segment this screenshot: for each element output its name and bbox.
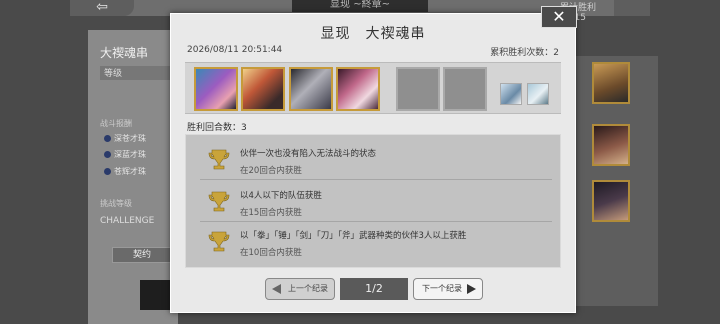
- victory-rounds-value: 3: [241, 123, 247, 133]
- close-icon: ✕: [552, 7, 566, 26]
- challenge-label: CHALLENGE: [100, 216, 155, 226]
- level-row: 等级: [100, 66, 170, 80]
- menu-button[interactable]: [614, 0, 650, 16]
- record-timestamp: 2026/08/11 20:51:44: [187, 45, 283, 55]
- previous-record-button[interactable]: 上一个纪录: [265, 278, 335, 300]
- support-unit-icon[interactable]: [500, 83, 522, 105]
- conditions-panel: 伙伴一次也没有陷入无法战斗的状态 在20回合内获胜 以4人以下的队伍获胜 在15…: [185, 134, 561, 268]
- condition-text: 以「拳」「锤」「剑」「刀」「斧」武器种类的伙伴3人以上获胜: [240, 231, 467, 241]
- record-dialog: 显现 大禊魂串 ✕ 2026/08/11 20:51:44 累积胜利次数：2 胜…: [170, 6, 577, 314]
- character-portrait[interactable]: [592, 124, 630, 166]
- party-member-portrait[interactable]: [336, 67, 380, 111]
- party-member-portrait[interactable]: [241, 67, 285, 111]
- trophy-icon: [208, 231, 230, 252]
- condition-rounds: 在10回合内获胜: [240, 248, 302, 258]
- condition-row: 以4人以下的队伍获胜 在15回合内获胜: [200, 184, 552, 222]
- party-roster: [185, 62, 561, 114]
- contract-button[interactable]: 契约: [112, 247, 172, 263]
- reward-item: 深蓝才珠: [104, 149, 146, 160]
- stage-name: 大禊魂串: [100, 46, 149, 60]
- empty-party-slot: [396, 67, 440, 111]
- top-title: 显现 ~終章~: [292, 0, 428, 12]
- condition-text: 以4人以下的队伍获胜: [240, 191, 322, 201]
- close-button[interactable]: ✕: [541, 6, 577, 28]
- character-portrait[interactable]: [592, 62, 630, 104]
- trophy-icon: [208, 191, 230, 212]
- condition-rounds: 在15回合内获胜: [240, 208, 302, 218]
- trophy-icon: [208, 149, 230, 170]
- total-wins: 累积胜利次数：2: [490, 45, 559, 58]
- character-portrait[interactable]: [592, 180, 630, 222]
- reward-item: 苍辉才珠: [104, 166, 146, 177]
- back-arrow-icon: ⇦: [96, 0, 108, 15]
- condition-text: 伙伴一次也没有陷入无法战斗的状态: [240, 149, 377, 159]
- party-member-portrait[interactable]: [194, 67, 238, 111]
- victory-rounds: 胜利回合数：3: [187, 120, 247, 133]
- dialog-title: 显现 大禊魂串: [320, 26, 426, 42]
- reward-item: 深苍才珠: [104, 133, 146, 144]
- back-button[interactable]: ⇦: [70, 0, 134, 16]
- total-wins-value: 2: [553, 48, 559, 58]
- condition-row: 伙伴一次也没有陷入无法战斗的状态 在20回合内获胜: [200, 142, 552, 180]
- reward-section-label: 战斗报酬: [100, 119, 132, 128]
- condition-rounds: 在20回合内获胜: [240, 166, 302, 176]
- total-wins-label: 累积胜利次数：: [490, 48, 554, 58]
- condition-row: 以「拳」「锤」「剑」「刀」「斧」武器种类的伙伴3人以上获胜 在10回合内获胜: [200, 224, 552, 262]
- party-member-portrait[interactable]: [289, 67, 333, 111]
- page-indicator: 1/2: [340, 278, 408, 300]
- pagination-bar: 上一个纪录 1/2 下一个纪录: [171, 276, 575, 314]
- support-unit-icon[interactable]: [527, 83, 549, 105]
- next-record-button[interactable]: 下一个纪录: [413, 278, 483, 300]
- victory-rounds-label: 胜利回合数：: [187, 123, 242, 133]
- challenge-section-label: 挑战等级: [100, 199, 132, 208]
- empty-party-slot: [443, 67, 487, 111]
